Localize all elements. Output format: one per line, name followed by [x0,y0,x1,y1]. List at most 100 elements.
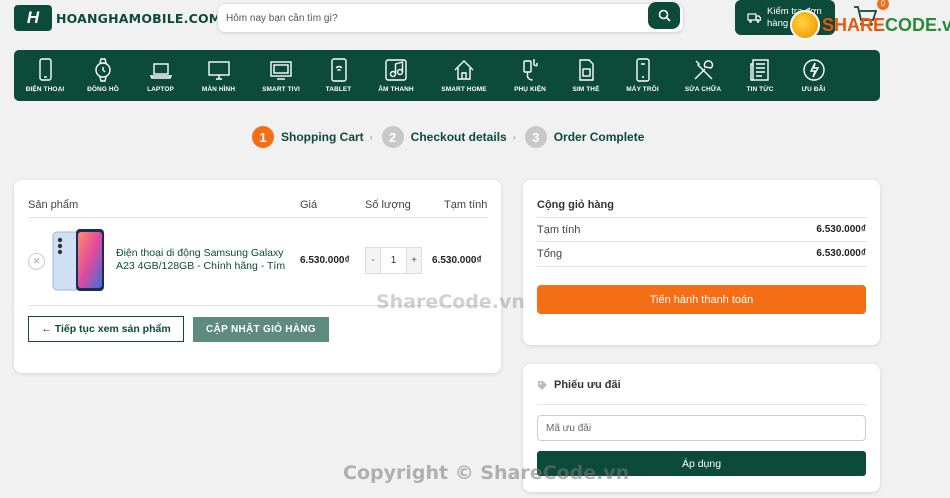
cart-count-badge: 0 [877,0,889,10]
checkout-button[interactable]: Tiến hành thanh toán [537,285,866,314]
search-input[interactable] [218,4,638,32]
nav-item-sua-chua[interactable]: SỬA CHỮA [672,50,734,101]
watermark-logo-icon [790,10,820,40]
accessory-icon [523,59,538,81]
nav-item-dien-thoai[interactable]: ĐIỆN THOẠI [18,50,72,101]
used-phone-icon [635,58,650,82]
product-name-link[interactable]: Điện thoại di động Samsung Galaxy A23 4G… [116,247,294,273]
cart-table-card: Sản phẩm Giá Số lượng Tạm tính ✕ Điện th… [14,180,501,373]
search-icon [658,9,671,22]
tag-icon [538,380,547,390]
nav-label: MÁY TRÔI [626,86,659,93]
sim-icon [579,59,594,81]
nav-label: SỬA CHỮA [684,86,722,93]
step-label: Checkout details [410,130,507,144]
product-price: 6.530.000₫ [300,255,350,266]
nav-label: SMART TIVI [262,86,300,93]
nav-item-smart-home[interactable]: SMART HOME [427,50,501,101]
coupon-title: Phiếu ưu đãi [537,379,621,391]
step-number: 3 [524,126,547,148]
nav-label: SMART HOME [441,86,487,93]
qty-decrement-button[interactable]: - [366,248,380,273]
home-icon [454,60,474,80]
phone-icon [39,58,52,81]
watermark-logo-prefix: SHARE [822,14,886,35]
step-order-complete[interactable]: 3 Order Complete [524,126,645,148]
nav-label: SIM THẺ [572,86,600,93]
nav-label: LAPTOP [147,86,174,93]
nav-label: PHỤ KIỆN [514,86,546,93]
step-label: Shopping Cart [281,130,364,144]
watch-icon [95,58,111,82]
divider [537,217,867,218]
nav-item-laptop[interactable]: LAPTOP [134,50,187,101]
nav-item-am-thanh[interactable]: ÂM THANH [365,50,427,101]
col-header-price: Giá [300,199,318,211]
step-number: 2 [381,126,404,148]
nav-item-tablet[interactable]: TABLET [312,50,365,101]
truck-icon [747,12,761,23]
tablet-icon [330,58,347,82]
nav-item-dong-ho[interactable]: ĐỒNG HỒ [72,50,134,101]
cart-totals-card: Cộng giỏ hàng Tạm tính 6.530.000₫ Tổng 6… [523,180,880,345]
subtotal-label: Tạm tính [537,224,581,236]
nav-label: TIN TỨC [746,86,774,93]
nav-item-tin-tuc[interactable]: TIN TỨC [734,50,786,101]
product-thumbnail[interactable] [52,228,106,295]
update-cart-button[interactable]: CẬP NHẬT GIỎ HÀNG [193,317,329,342]
nav-item-phu-kien[interactable]: PHỤ KIỆN [501,50,559,101]
watermark-logo: SHARECODE.vn [790,10,950,40]
step-shopping-cart[interactable]: 1 Shopping Cart [252,126,364,148]
step-number: 1 [252,126,274,148]
music-icon [385,59,407,81]
nav-label: ƯU ĐÃI [801,86,826,93]
coupon-title-text: Phiếu ưu đãi [554,379,621,391]
remove-item-button[interactable]: ✕ [28,253,45,270]
continue-shopping-button[interactable]: ← Tiếp tục xem sản phẩm [28,316,184,342]
col-header-subtotal: Tạm tính [444,199,488,211]
chevron-right-icon: › [369,132,373,142]
total-value: 6.530.000₫ [816,248,866,259]
nav-label: ÂM THANH [378,86,414,93]
watermark-text: ShareCode.vn [376,291,525,313]
totals-title: Cộng giỏ hàng [537,199,614,211]
logo[interactable]: H HOANGHAMOBILE.COM [14,4,221,32]
col-header-product: Sản phẩm [28,199,79,211]
nav-item-may-troi[interactable]: MÁY TRÔI [613,50,672,101]
watermark-copyright: Copyright © ShareCode.vn [343,462,630,484]
close-icon: ✕ [32,256,41,266]
nav-label: MÀN HÌNH [201,86,236,93]
search-bar [217,2,684,33]
quantity-stepper: - 1 + [365,247,422,274]
nav-label: ĐIỆN THOẠI [25,86,65,93]
logo-mark: H [14,5,52,31]
news-icon [750,59,769,81]
nav-item-man-hinh[interactable]: MÀN HÌNH [187,50,250,101]
step-label: Order Complete [553,130,645,144]
divider [537,404,867,405]
nav-item-sim-the[interactable]: SIM THẺ [559,50,613,101]
qty-increment-button[interactable]: + [407,248,421,273]
logo-text: HOANGHAMOBILE.COM [56,10,222,26]
checkout-steps: 1 Shopping Cart › 2 Checkout details › 3… [252,126,644,148]
nav-item-uu-dai[interactable]: ƯU ĐÃI [786,50,841,101]
nav-item-smart-tivi[interactable]: SMART TIVI [250,50,312,101]
chevron-right-icon: › [512,132,516,142]
divider [537,241,867,242]
search-button[interactable] [648,2,680,29]
qty-input[interactable]: 1 [380,248,407,273]
step-checkout-details[interactable]: 2 Checkout details [381,126,507,148]
laptop-icon [149,63,172,79]
total-label: Tổng [537,248,563,260]
tools-icon [694,60,714,80]
category-nav: ĐIỆN THOẠI ĐỒNG HỒ LAPTOP MÀN HÌNH SMART… [14,50,880,101]
lightning-icon [802,59,825,81]
tv-icon [270,61,292,80]
divider [28,217,488,218]
coupon-code-input[interactable] [537,415,866,441]
monitor-icon [207,61,230,80]
col-header-qty: Số lượng [365,199,411,211]
product-subtotal: 6.530.000₫ [432,255,482,266]
watermark-logo-suffix: CODE.vn [885,14,950,35]
divider [537,266,867,267]
